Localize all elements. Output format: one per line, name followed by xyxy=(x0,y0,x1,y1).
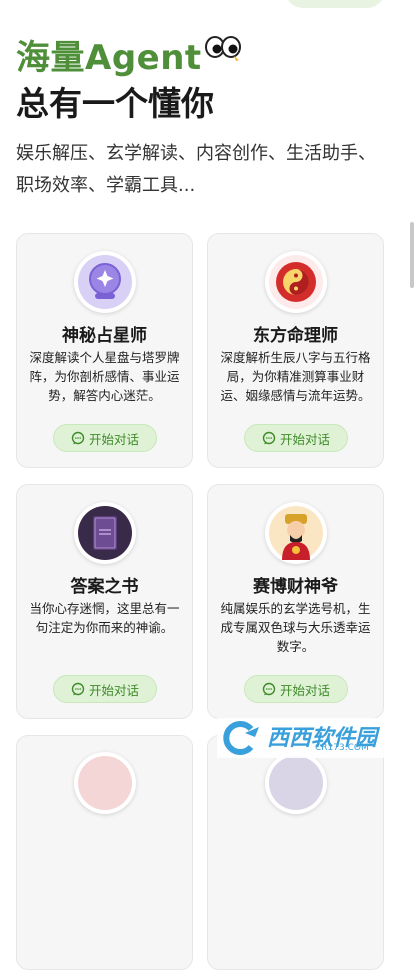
card-description: 深度解析生辰八字与五行格局，为你精准测算事业财运、姻缘感情与流年运势。 xyxy=(220,350,371,403)
chat-bubble-icon xyxy=(262,431,276,445)
start-chat-button[interactable]: 开始对话 xyxy=(53,424,157,452)
start-chat-label: 开始对话 xyxy=(88,431,139,447)
chat-bubble-icon xyxy=(71,682,85,696)
chat-bubble-icon xyxy=(262,682,276,696)
hero-subtitle: 总有一个懂你 xyxy=(16,84,214,123)
card-title: 神秘占星师 xyxy=(62,326,147,346)
card-title: 东方命理师 xyxy=(253,326,338,346)
start-chat-button[interactable]: 开始对话 xyxy=(53,675,157,703)
watermark-logo-icon xyxy=(223,721,259,755)
start-chat-button[interactable]: 开始对话 xyxy=(244,675,348,703)
watermark: 西西软件园 CR173.COM xyxy=(217,718,399,758)
book-icon xyxy=(74,502,136,564)
card-title: 赛博财神爷 xyxy=(253,577,338,597)
card-description: 深度解读个人星盘与塔罗牌阵，为你剖析感情、事业运势，解答内心迷茫。 xyxy=(29,350,180,403)
start-chat-button[interactable]: 开始对话 xyxy=(244,424,348,452)
top-decoration xyxy=(285,0,385,8)
card-title: 答案之书 xyxy=(70,577,139,597)
watermark-url: CR173.COM xyxy=(315,743,369,753)
chat-bubble-icon xyxy=(71,431,85,445)
agent-card-god-of-wealth[interactable]: 赛博财神爷 纯属娱乐的玄学选号机，生成专属双色球与大乐透幸运数字。 开始对话 xyxy=(207,484,384,719)
hero-title: 海量Agent xyxy=(16,38,202,78)
agent-card-astrologer[interactable]: 神秘占星师 深度解读个人星盘与塔罗牌阵，为你剖析感情、事业运势，解答内心迷茫。 … xyxy=(16,233,193,468)
taiji-icon xyxy=(265,251,327,313)
hero-description: 娱乐解压、玄学解读、内容创作、生活助手、职场效率、学霸工具... xyxy=(16,143,376,196)
start-chat-label: 开始对话 xyxy=(279,682,330,698)
card-description: 当你心存迷惘，这里总有一句注定为你而来的神谕。 xyxy=(29,601,180,635)
agent-card-partial-left[interactable] xyxy=(16,735,193,970)
card-description: 纯属娱乐的玄学选号机，生成专属双色球与大乐透幸运数字。 xyxy=(220,601,371,654)
crystal-ball-icon xyxy=(74,251,136,313)
scrollbar-thumb[interactable] xyxy=(410,222,414,288)
agent-avatar-icon xyxy=(265,752,327,814)
start-chat-label: 开始对话 xyxy=(279,431,330,447)
agent-card-answer-book[interactable]: 答案之书 当你心存迷惘，这里总有一句注定为你而来的神谕。 开始对话 xyxy=(16,484,193,719)
god-of-wealth-icon xyxy=(265,502,327,564)
eyes-emoji-icon xyxy=(205,36,241,61)
start-chat-label: 开始对话 xyxy=(88,682,139,698)
agent-avatar-icon xyxy=(74,752,136,814)
agent-card-fortune-teller[interactable]: 东方命理师 深度解析生辰八字与五行格局，为你精准测算事业财运、姻缘感情与流年运势… xyxy=(207,233,384,468)
agent-card-partial-right[interactable] xyxy=(207,735,384,970)
